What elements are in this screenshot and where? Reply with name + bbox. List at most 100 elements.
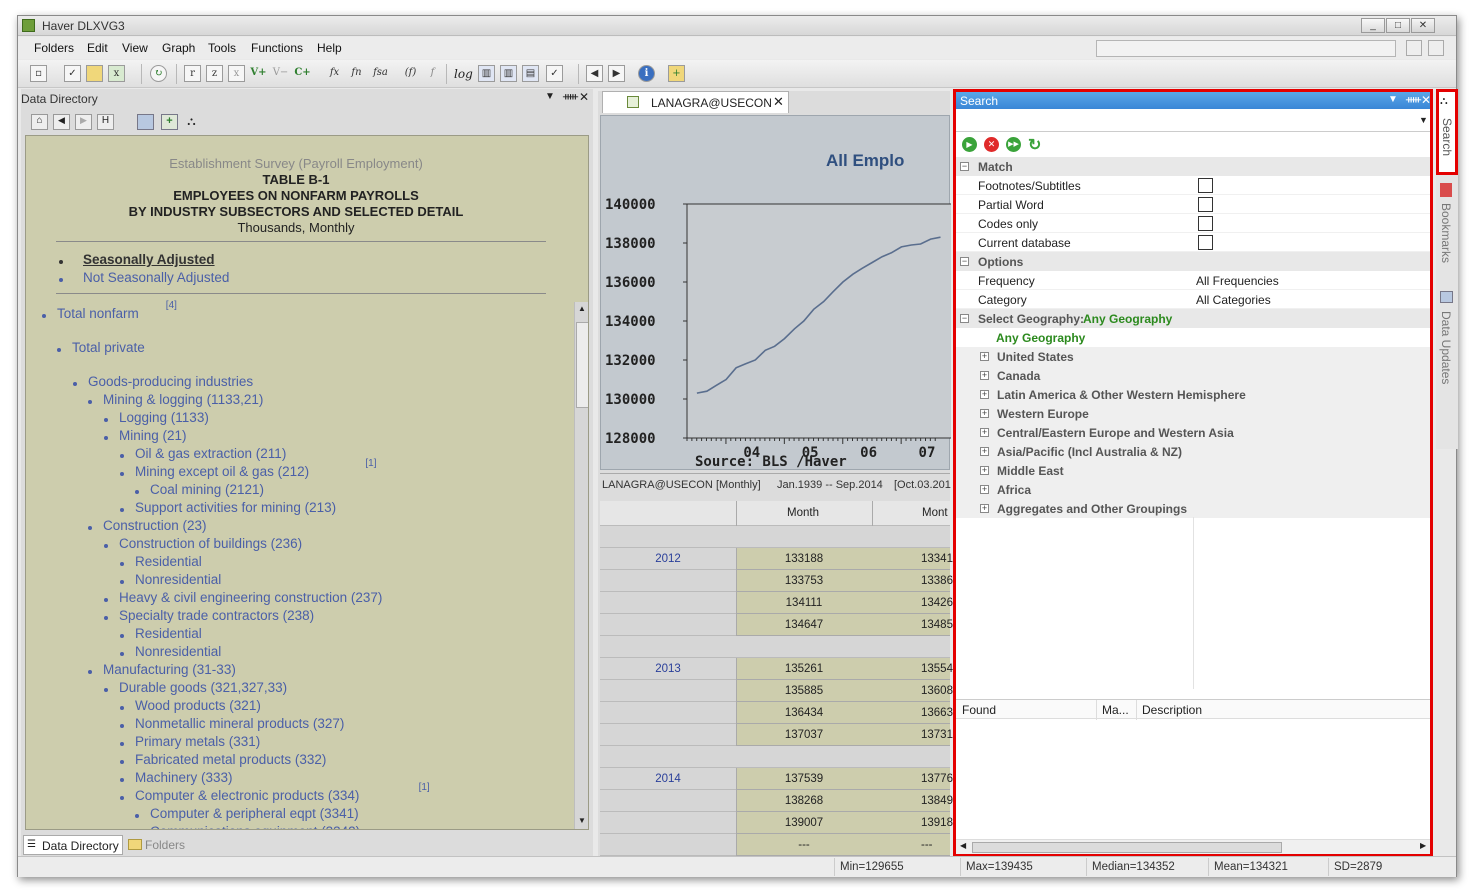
directory-icon[interactable] xyxy=(137,114,154,130)
fsa-icon[interactable]: fsa xyxy=(372,65,389,82)
tree-item[interactable]: Specialty trade contractors (238) xyxy=(119,608,314,623)
table-cell[interactable]: 137037 xyxy=(737,729,871,741)
x-function-icon[interactable]: x xyxy=(228,65,245,82)
year-label[interactable]: 2012 xyxy=(600,553,736,565)
tree-item[interactable]: Total nonfarm xyxy=(57,306,139,321)
hscroll-thumb[interactable] xyxy=(972,842,1282,853)
tree-item[interactable]: Nonresidential xyxy=(135,644,221,659)
table-cell[interactable]: 134111 xyxy=(737,597,871,609)
expand-icon[interactable]: + xyxy=(980,466,989,475)
expand-icon[interactable]: + xyxy=(980,485,989,494)
remove-series-icon[interactable]: V− xyxy=(272,65,289,82)
col-found[interactable]: Found xyxy=(962,703,996,717)
table-cell[interactable]: 135261 xyxy=(737,663,871,675)
expand-icon[interactable]: + xyxy=(980,504,989,513)
tree-item[interactable]: Residential xyxy=(135,626,202,641)
match-checkbox[interactable] xyxy=(1198,235,1213,250)
tree-item[interactable]: Coal mining (2121) xyxy=(150,482,264,497)
scroll-thumb[interactable] xyxy=(576,322,588,408)
tree-item[interactable]: Mining (21) xyxy=(119,428,187,443)
add-c-icon[interactable]: C+ xyxy=(294,65,311,82)
bar-chart-icon[interactable]: ▥ xyxy=(478,65,495,82)
menu-functions[interactable]: Functions xyxy=(251,41,303,55)
maximize-button[interactable]: □ xyxy=(1386,18,1410,33)
search-dropdown-icon[interactable]: ▼ xyxy=(1388,94,1398,105)
tree-item[interactable]: Nonresidential xyxy=(135,572,221,587)
table-cell[interactable]: 139007 xyxy=(737,817,871,829)
panel-close-icon[interactable]: ✕ xyxy=(579,90,589,104)
add-series-icon[interactable]: V+ xyxy=(250,65,267,82)
minimize-button[interactable]: _ xyxy=(1361,18,1385,33)
next-search-icon[interactable]: ▶▶ xyxy=(1006,137,1021,152)
tree-item[interactable]: Computer & peripheral eqpt (3341) xyxy=(150,806,359,821)
chart-tab[interactable]: LANAGRA@USECON ✕ xyxy=(602,91,789,113)
tree-item[interactable]: Construction of buildings (236) xyxy=(119,536,302,551)
f-paren-icon[interactable]: (f) xyxy=(402,65,419,82)
table-cell[interactable]: 138268 xyxy=(737,795,871,807)
side-tab-search[interactable]: ⛬ Search xyxy=(1436,89,1458,175)
back-icon[interactable]: ◀ xyxy=(53,114,70,130)
table-cell[interactable]: 133188 xyxy=(737,553,871,565)
chart-tab-close-icon[interactable]: ✕ xyxy=(773,94,784,110)
expand-icon[interactable]: + xyxy=(980,409,989,418)
expand-icon[interactable]: + xyxy=(980,352,989,361)
history-icon[interactable]: H xyxy=(97,114,114,130)
frequency-select[interactable]: All Frequencies xyxy=(1196,274,1279,288)
table-cell[interactable]: --- xyxy=(737,839,871,851)
match-checkbox[interactable] xyxy=(1198,197,1213,212)
quick-search-combo[interactable] xyxy=(1096,40,1396,57)
tree-item[interactable]: Mining except oil & gas (212) xyxy=(135,464,309,479)
search-input[interactable]: ▼ xyxy=(956,110,1430,132)
fn-icon[interactable]: fn xyxy=(348,65,365,82)
z-function-icon[interactable]: z xyxy=(206,65,223,82)
tree-item[interactable]: Nonmetallic mineral products (327) xyxy=(135,716,344,731)
reset-search-icon[interactable]: ↻ xyxy=(1028,135,1041,155)
table-cell[interactable]: 135885 xyxy=(737,685,871,697)
close-button[interactable]: ✕ xyxy=(1411,18,1435,33)
log-button[interactable]: log xyxy=(454,67,473,81)
tree-item[interactable]: Durable goods (321,327,33) xyxy=(119,680,287,695)
tree-item[interactable]: Construction (23) xyxy=(103,518,207,533)
col-match[interactable]: Ma... xyxy=(1102,703,1129,717)
tree-item[interactable]: Computer & electronic products (334) xyxy=(135,788,359,803)
panel-dropdown-icon[interactable]: ▼ xyxy=(545,91,555,102)
footnote-ref[interactable]: [1] xyxy=(365,458,376,469)
match-checkbox[interactable] xyxy=(1198,216,1213,231)
tree-item[interactable]: Heavy & civil engineering construction (… xyxy=(119,590,382,605)
tree-item[interactable]: Fabricated metal products (332) xyxy=(135,752,326,767)
collapse-icon[interactable]: − xyxy=(960,257,969,266)
side-tab-data-updates[interactable]: Data Updates xyxy=(1436,289,1458,409)
run-search-icon[interactable]: ▶ xyxy=(962,137,977,152)
col-description[interactable]: Description xyxy=(1142,703,1202,717)
year-label[interactable]: 2013 xyxy=(600,663,736,675)
tree-item[interactable]: Goods-producing industries xyxy=(88,374,253,389)
fx-icon[interactable]: fx xyxy=(326,65,343,82)
menu-folders[interactable]: Folders xyxy=(34,41,74,55)
menu-tools[interactable]: Tools xyxy=(208,41,236,55)
tree-item[interactable]: Manufacturing (31-33) xyxy=(103,662,236,677)
checkmark-icon[interactable] xyxy=(1406,40,1422,56)
tree-item[interactable]: Machinery (333) xyxy=(135,770,233,785)
menu-view[interactable]: View xyxy=(122,41,148,55)
open-folder-icon[interactable] xyxy=(86,65,103,82)
tree-item[interactable]: Total private xyxy=(72,340,145,355)
f-strike-icon[interactable]: f xyxy=(424,65,441,82)
match-checkbox[interactable] xyxy=(1198,178,1213,193)
year-label[interactable]: 2014 xyxy=(600,773,736,785)
tree-item[interactable]: Wood products (321) xyxy=(135,698,261,713)
search-pin-icon[interactable]: ᚔ xyxy=(1406,93,1421,106)
binoculars-icon[interactable]: ⛬ xyxy=(183,114,200,130)
menu-edit[interactable]: Edit xyxy=(87,41,108,55)
pin-icon[interactable]: ᚔ xyxy=(563,90,578,103)
add-folder-icon[interactable]: + xyxy=(668,65,685,82)
tree-item[interactable]: Communications equipment (3342) xyxy=(150,824,360,829)
stop-search-icon[interactable]: ✕ xyxy=(984,137,999,152)
directory-scrollbar[interactable]: ▲ ▼ xyxy=(574,302,588,829)
window-list-icon[interactable] xyxy=(1428,40,1444,56)
side-tab-bookmarks[interactable]: Bookmarks xyxy=(1436,181,1458,281)
tree-item[interactable]: Oil & gas extraction (211) xyxy=(135,446,286,461)
expand-icon[interactable]: + xyxy=(980,447,989,456)
table-cell[interactable]: 137539 xyxy=(737,773,871,785)
home-icon[interactable]: ⌂ xyxy=(31,114,48,130)
category-select[interactable]: All Categories xyxy=(1196,293,1271,307)
